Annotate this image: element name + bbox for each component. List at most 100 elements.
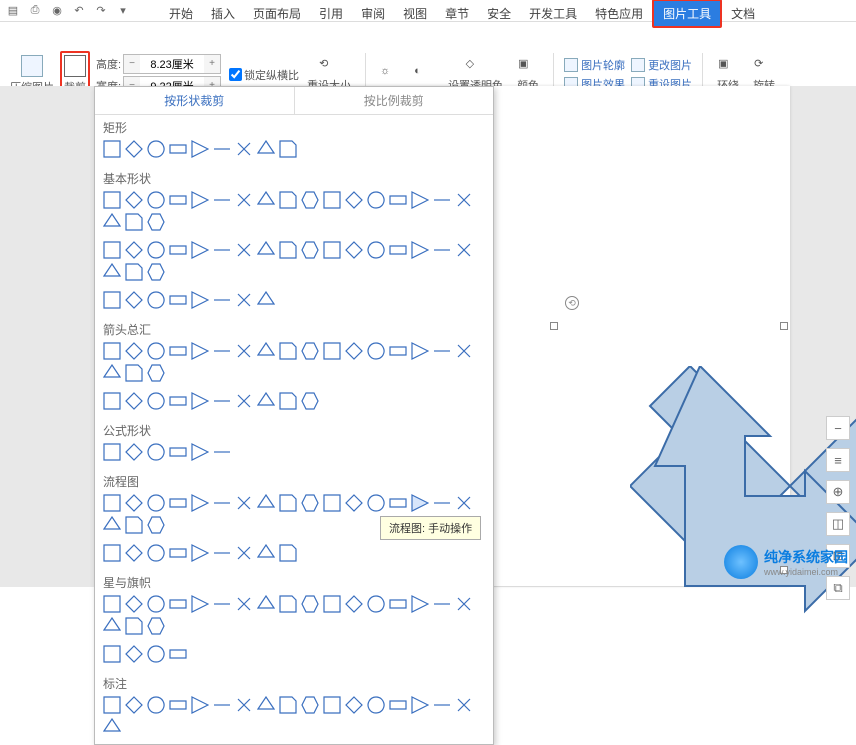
shape-option[interactable] — [125, 140, 143, 158]
shape-option[interactable] — [125, 494, 143, 512]
shape-option[interactable] — [125, 617, 143, 635]
shape-option[interactable] — [367, 494, 385, 512]
shape-option[interactable] — [191, 595, 209, 613]
shape-option[interactable] — [103, 544, 121, 562]
tab-docfield[interactable]: 文档 — [722, 1, 764, 26]
shape-option[interactable] — [257, 291, 275, 309]
tab-ref[interactable]: 引用 — [310, 1, 352, 26]
shape-option[interactable] — [367, 191, 385, 209]
shape-option[interactable] — [147, 494, 165, 512]
shape-option[interactable] — [125, 342, 143, 360]
shape-option[interactable] — [345, 342, 363, 360]
shape-option[interactable] — [147, 645, 165, 663]
shape-option[interactable] — [279, 595, 297, 613]
shape-option[interactable] — [147, 364, 165, 382]
shape-option[interactable] — [191, 494, 209, 512]
tab-safe[interactable]: 安全 — [478, 1, 520, 26]
tab-special[interactable]: 特色应用 — [586, 1, 652, 26]
shape-option[interactable] — [455, 191, 473, 209]
shape-option[interactable] — [367, 241, 385, 259]
shape-option[interactable] — [411, 191, 429, 209]
shape-option[interactable] — [367, 696, 385, 714]
shape-option[interactable] — [169, 595, 187, 613]
shape-option[interactable] — [147, 213, 165, 231]
shape-option[interactable] — [147, 617, 165, 635]
shape-option[interactable] — [323, 494, 341, 512]
shape-option[interactable] — [147, 342, 165, 360]
tab-start[interactable]: 开始 — [160, 1, 202, 26]
shape-option[interactable] — [433, 241, 451, 259]
shape-option[interactable] — [169, 140, 187, 158]
shape-option[interactable] — [103, 617, 121, 635]
tab-by-shape[interactable]: 按形状裁剪 — [95, 87, 294, 114]
shape-option[interactable] — [125, 213, 143, 231]
shape-option[interactable] — [103, 595, 121, 613]
shape-option[interactable] — [301, 392, 319, 410]
shape-option[interactable] — [213, 443, 231, 461]
shape-option[interactable] — [125, 544, 143, 562]
shape-option[interactable] — [235, 595, 253, 613]
shape-option[interactable] — [213, 494, 231, 512]
shape-option[interactable] — [257, 392, 275, 410]
shape-option[interactable] — [367, 342, 385, 360]
tab-layout[interactable]: 页面布局 — [244, 1, 310, 26]
shape-option[interactable] — [235, 696, 253, 714]
shape-option[interactable] — [323, 595, 341, 613]
shape-option[interactable] — [257, 544, 275, 562]
shape-option[interactable] — [279, 696, 297, 714]
shape-option[interactable] — [125, 645, 143, 663]
shape-option[interactable] — [455, 342, 473, 360]
shape-option[interactable] — [147, 696, 165, 714]
shape-option[interactable] — [301, 191, 319, 209]
shape-option[interactable] — [323, 342, 341, 360]
shape-option[interactable] — [389, 696, 407, 714]
shape-option[interactable] — [213, 595, 231, 613]
shape-option[interactable] — [345, 191, 363, 209]
shape-option[interactable] — [389, 595, 407, 613]
shape-option[interactable] — [235, 241, 253, 259]
shape-option[interactable] — [103, 494, 121, 512]
shape-option[interactable] — [125, 191, 143, 209]
shape-option[interactable] — [103, 342, 121, 360]
shape-option[interactable] — [433, 342, 451, 360]
shape-option[interactable] — [389, 342, 407, 360]
shape-option[interactable] — [125, 595, 143, 613]
shape-option[interactable] — [345, 241, 363, 259]
shape-option[interactable] — [191, 392, 209, 410]
shape-option[interactable] — [235, 544, 253, 562]
shape-option[interactable] — [103, 191, 121, 209]
shape-option[interactable] — [433, 494, 451, 512]
shape-option[interactable] — [411, 342, 429, 360]
shape-option[interactable] — [301, 241, 319, 259]
shape-option[interactable] — [411, 696, 429, 714]
shape-option[interactable] — [433, 696, 451, 714]
shape-option[interactable] — [257, 696, 275, 714]
change-pic-button[interactable]: 更改图片 — [629, 56, 694, 74]
shape-option[interactable] — [103, 140, 121, 158]
shape-option[interactable] — [147, 595, 165, 613]
shape-option[interactable] — [235, 392, 253, 410]
shape-option[interactable] — [125, 263, 143, 281]
shape-option[interactable] — [257, 494, 275, 512]
tab-picture-tools[interactable]: 图片工具 — [652, 0, 722, 28]
shape-option[interactable] — [169, 443, 187, 461]
shape-option[interactable] — [257, 191, 275, 209]
shape-option[interactable] — [235, 191, 253, 209]
sidetool-minus[interactable]: − — [826, 416, 850, 440]
tab-review[interactable]: 审阅 — [352, 1, 394, 26]
shape-option[interactable] — [103, 645, 121, 663]
shape-option[interactable] — [147, 516, 165, 534]
shape-option[interactable] — [103, 516, 121, 534]
shape-option[interactable] — [345, 595, 363, 613]
shape-option[interactable] — [169, 342, 187, 360]
height-minus[interactable]: − — [124, 55, 140, 73]
shape-option[interactable] — [191, 241, 209, 259]
shape-option[interactable] — [301, 342, 319, 360]
shape-option[interactable] — [433, 191, 451, 209]
shape-option[interactable] — [191, 696, 209, 714]
shape-option[interactable] — [147, 392, 165, 410]
shape-option[interactable] — [125, 364, 143, 382]
selected-arrow-shape[interactable] — [630, 366, 856, 656]
shape-option[interactable] — [389, 241, 407, 259]
tab-chapter[interactable]: 章节 — [436, 1, 478, 26]
